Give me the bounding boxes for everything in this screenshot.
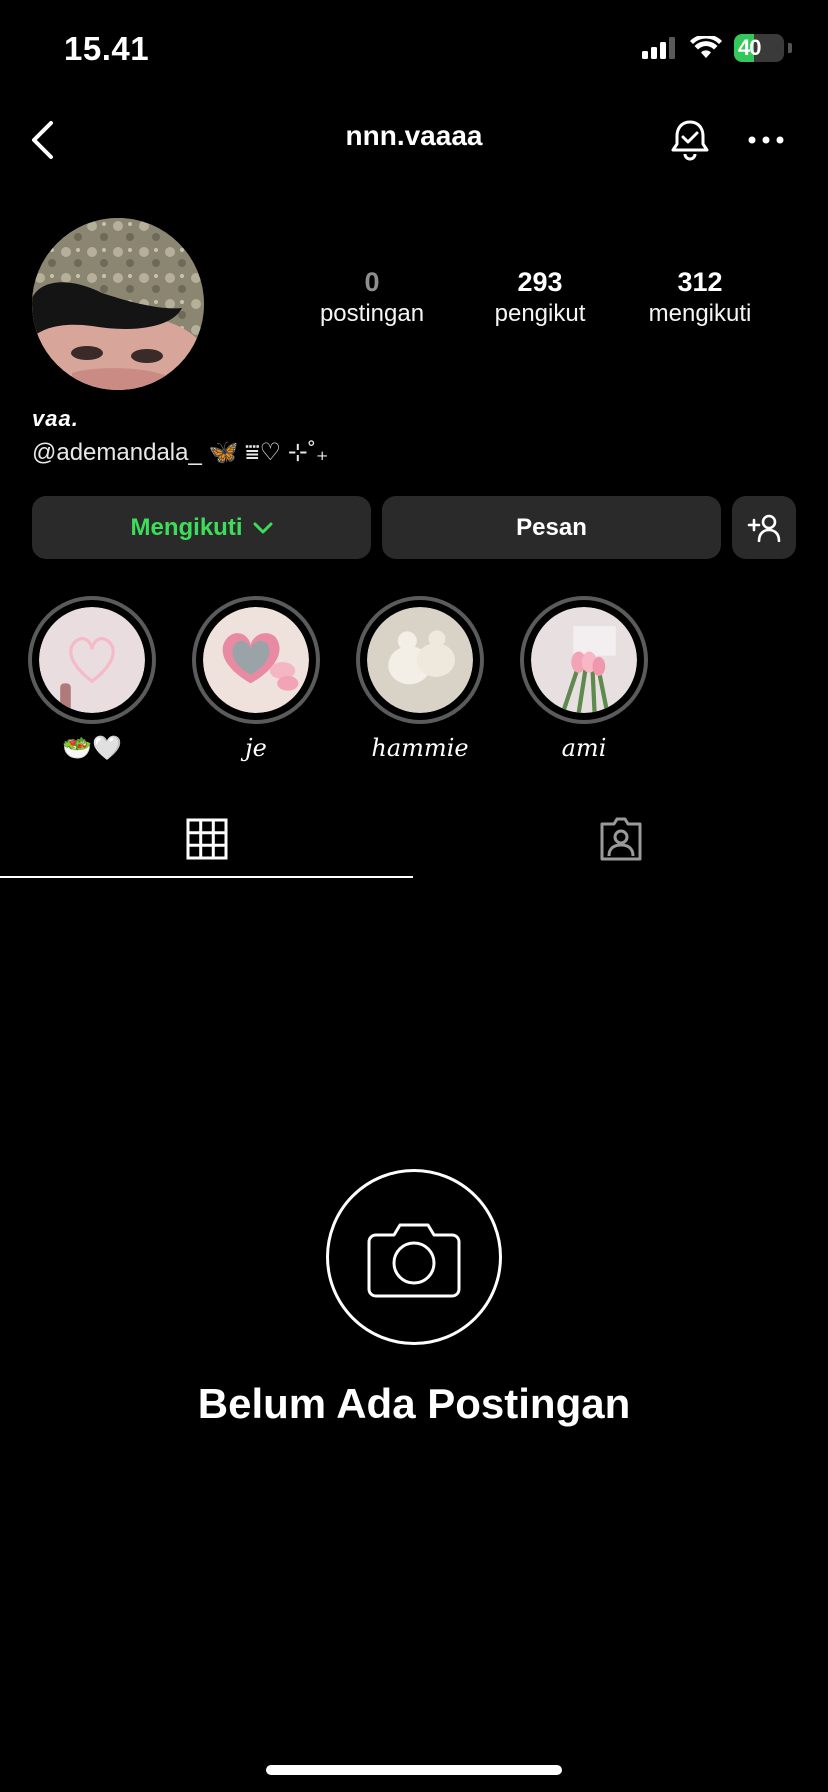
suggest-users-button[interactable] <box>732 496 796 559</box>
tab-posts-grid[interactable] <box>0 800 414 878</box>
wifi-icon <box>690 36 722 58</box>
highlight-ring <box>356 596 484 724</box>
highlight-cover <box>367 607 473 713</box>
active-tab-indicator <box>0 876 413 878</box>
stat-following-count: 312 <box>677 267 723 297</box>
highlight-ring <box>520 596 648 724</box>
top-bar: nnn.vaaaa <box>0 110 828 170</box>
message-button[interactable]: Pesan <box>382 496 721 559</box>
empty-state-camera <box>326 1169 502 1345</box>
battery-percent: 40 <box>738 35 762 60</box>
stat-following-label: mengikuti <box>648 300 752 327</box>
chevron-down-icon <box>253 522 272 533</box>
following-button[interactable]: Mengikuti <box>32 496 371 559</box>
status-time: 15.41 <box>64 30 150 67</box>
tagged-person-icon <box>600 817 642 861</box>
stat-posts-label: postingan <box>319 300 425 327</box>
notifications-button[interactable] <box>666 116 714 164</box>
highlight-cover <box>531 607 637 713</box>
add-person-icon <box>747 514 781 542</box>
highlight-item[interactable]: je <box>191 596 321 764</box>
profile-avatar[interactable] <box>32 218 204 390</box>
highlight-label: 🥗🤍 <box>62 734 122 762</box>
home-indicator[interactable] <box>266 1765 562 1775</box>
highlight-item[interactable]: 🥗🤍 <box>27 596 157 764</box>
profile-tabs <box>0 800 828 880</box>
profile-screen: 15.41 40 nnn.vaaaa 0 postingan 293 pengi… <box>0 0 828 1792</box>
highlight-item[interactable]: hammie <box>355 596 485 764</box>
stat-following[interactable]: 312 mengikuti <box>620 266 780 330</box>
highlight-ring <box>192 596 320 724</box>
highlight-ring <box>28 596 156 724</box>
status-icons: 40 <box>642 34 792 62</box>
profile-stats: 0 postingan 293 pengikut 312 mengikuti <box>300 266 800 330</box>
profile-display-name: vaa. <box>32 406 79 431</box>
stat-followers[interactable]: 293 pengikut <box>460 266 620 330</box>
stat-posts-count: 0 <box>364 267 380 297</box>
message-label: Pesan <box>516 513 587 541</box>
signal-icon <box>642 37 675 59</box>
more-options-button[interactable] <box>742 116 790 164</box>
highlight-label: hammie <box>371 734 469 762</box>
story-highlights: 🥗🤍 je hammie ami <box>0 596 828 766</box>
stat-followers-count: 293 <box>517 267 563 297</box>
bell-check-icon <box>671 120 709 161</box>
battery-cap <box>788 43 792 53</box>
highlight-label: je <box>245 734 267 762</box>
profile-bio[interactable]: @ademandala_ 🦋 ⩸♡ ⊹˚₊ <box>32 438 329 467</box>
camera-icon <box>367 1223 461 1298</box>
highlight-label: ami <box>561 734 607 762</box>
avatar-photo <box>32 218 204 390</box>
stat-followers-label: pengikut <box>494 300 586 327</box>
highlight-cover <box>39 607 145 713</box>
empty-state-title: Belum Ada Postingan <box>197 1380 631 1427</box>
following-label: Mengikuti <box>130 513 243 541</box>
highlight-item[interactable]: ami <box>519 596 649 764</box>
grid-icon <box>186 818 228 860</box>
tab-tagged[interactable] <box>414 800 828 878</box>
battery-indicator: 40 <box>734 34 784 62</box>
ellipsis-icon <box>748 136 784 144</box>
stat-posts: 0 postingan <box>300 266 444 330</box>
highlight-cover <box>203 607 309 713</box>
